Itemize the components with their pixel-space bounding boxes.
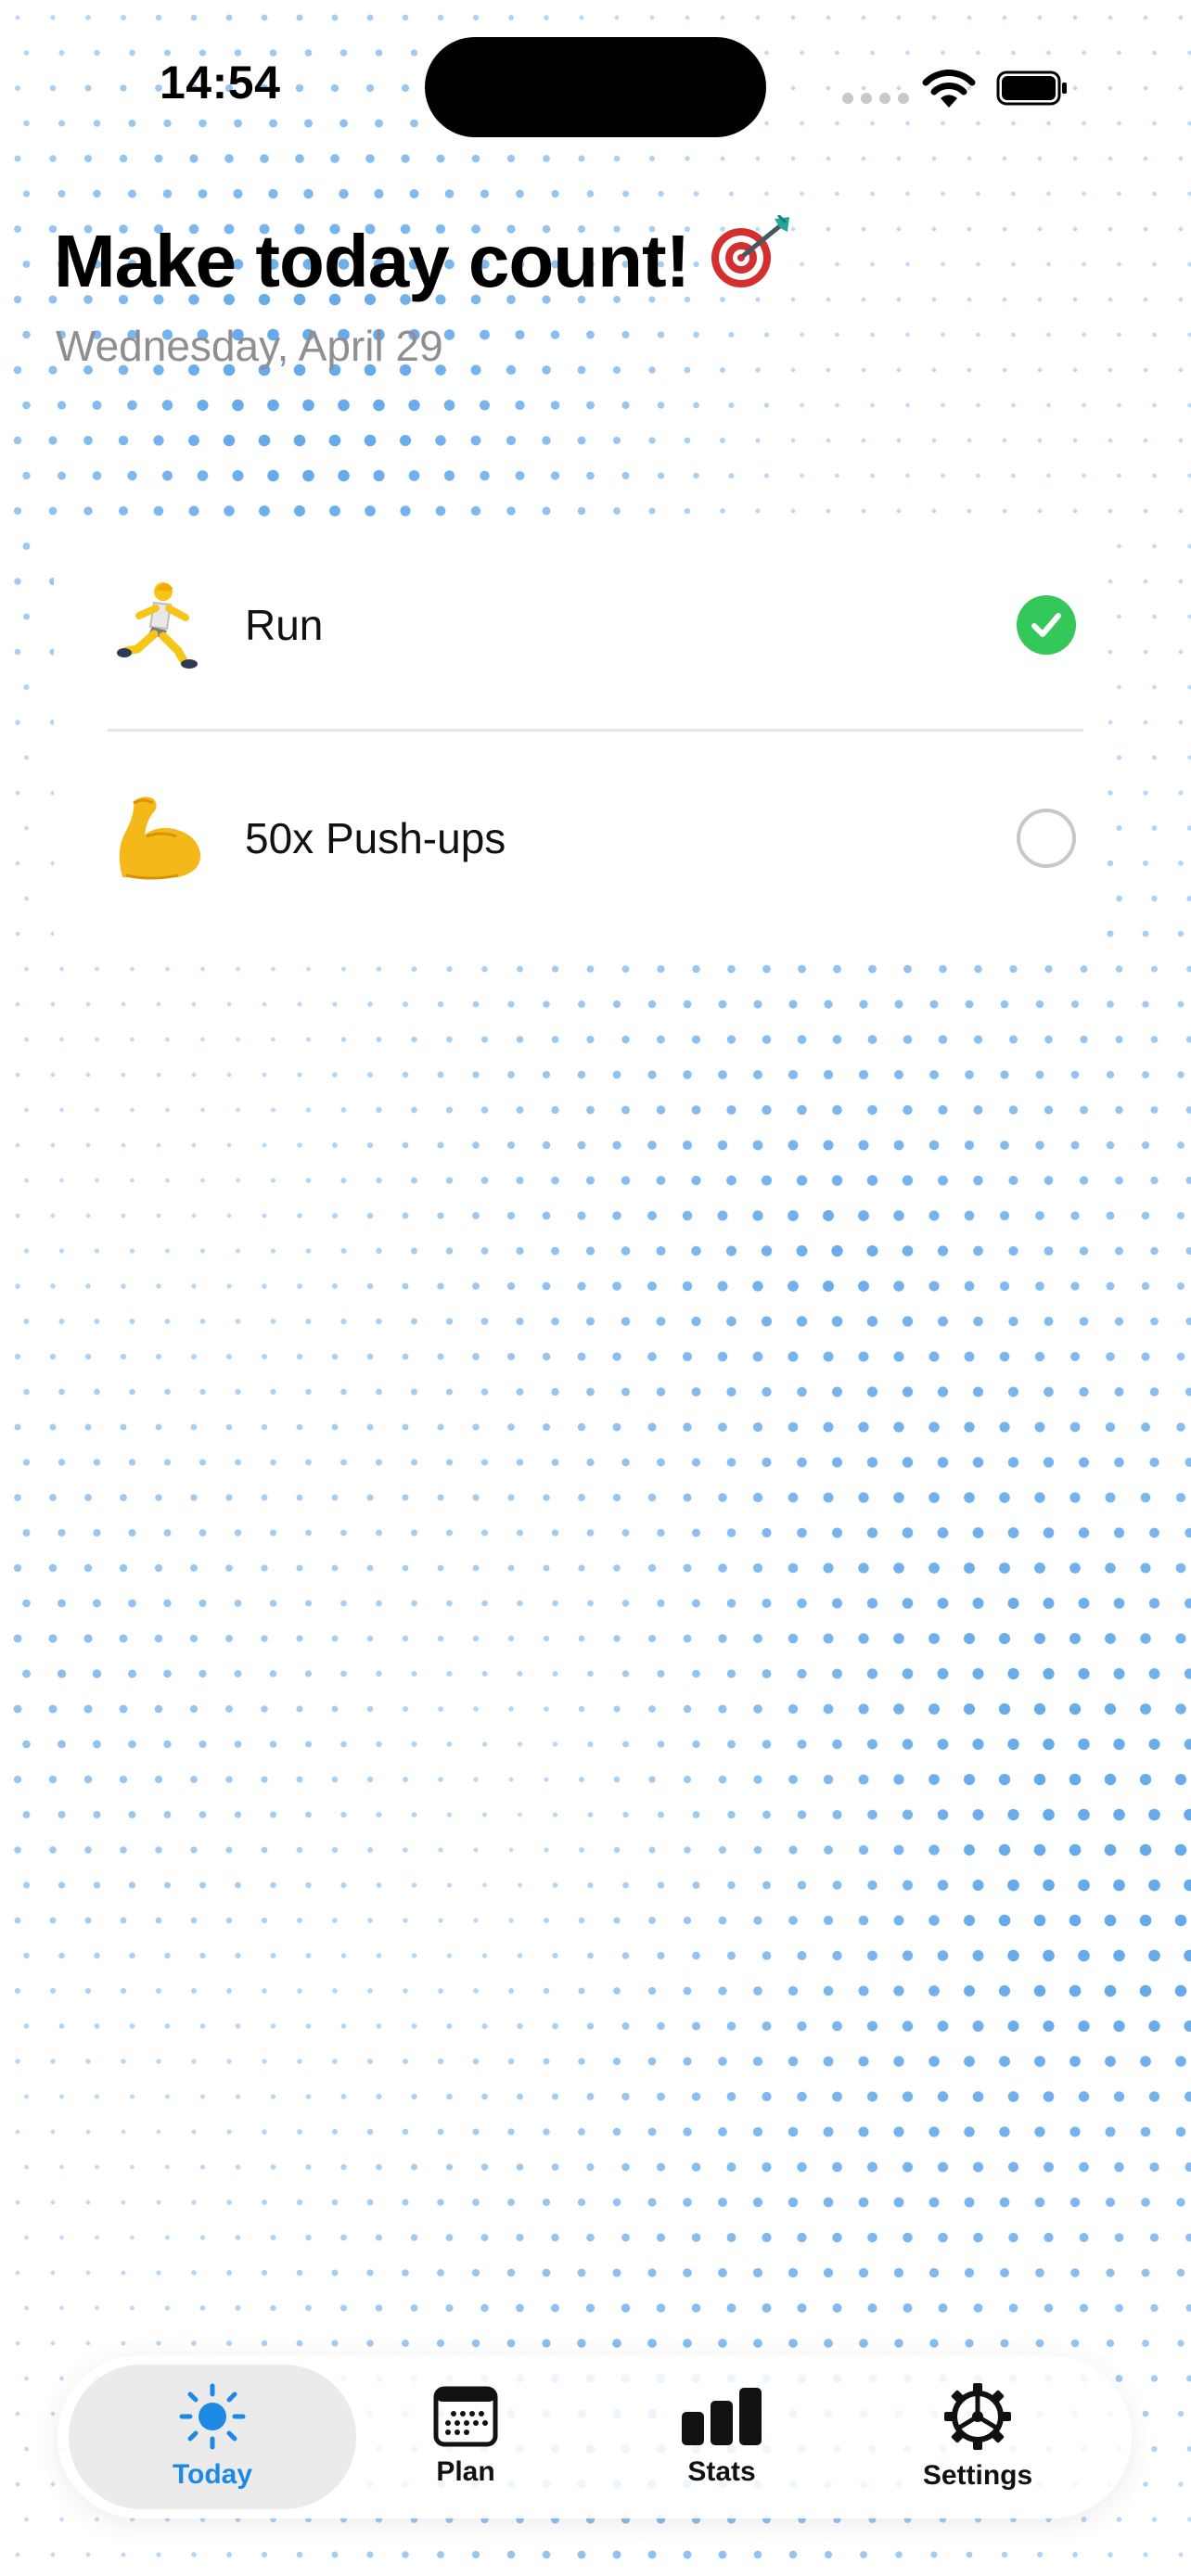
task-checkbox-unchecked[interactable] — [1017, 809, 1076, 868]
task-divider — [108, 729, 1083, 732]
tab-settings[interactable]: Settings — [850, 2355, 1106, 2519]
battery-icon — [996, 70, 1067, 106]
runner-icon — [113, 579, 206, 671]
calendar-icon — [433, 2386, 498, 2447]
dotted-background — [13, 14, 1191, 2559]
page-title-text: Make today count! — [54, 219, 690, 302]
dynamic-island — [425, 37, 766, 137]
tab-plan[interactable]: Plan — [338, 2355, 594, 2519]
task-label: 50x Push-ups — [245, 814, 506, 862]
flexed-biceps-icon — [113, 792, 206, 885]
page-title: Make today count! — [54, 213, 791, 307]
tab-stats[interactable]: Stats — [594, 2355, 850, 2519]
tab-label: Stats — [687, 2456, 756, 2487]
cellular-signal-icon — [842, 93, 909, 104]
tab-label: Plan — [436, 2456, 495, 2487]
bar-chart-icon — [682, 2388, 762, 2445]
wifi-icon — [922, 70, 976, 108]
task-row-run[interactable]: Run — [54, 519, 1093, 731]
tab-label: Today — [172, 2459, 253, 2490]
gear-icon — [944, 2383, 1011, 2450]
tab-bar: Today Plan Stats Settings — [58, 2355, 1132, 2519]
date-subtitle: Wednesday, April 29 — [56, 322, 443, 370]
target-dart-icon — [710, 213, 791, 307]
sun-icon — [179, 2383, 246, 2450]
status-time: 14:54 — [160, 57, 281, 108]
tab-today[interactable]: Today — [69, 2365, 356, 2509]
task-row-push-ups[interactable]: 50x Push-ups — [54, 733, 1093, 944]
task-label: Run — [245, 601, 324, 649]
task-checkbox-checked[interactable] — [1017, 595, 1076, 655]
task-list: Run 50x Push-ups — [54, 519, 1093, 946]
tab-label: Settings — [922, 2460, 1033, 2491]
